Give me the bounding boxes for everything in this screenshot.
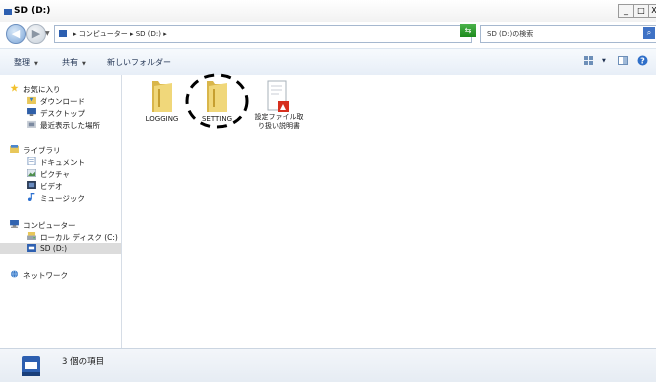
pictures-icon xyxy=(27,169,36,177)
search-placeholder: SD (D:)の検索 xyxy=(487,30,534,38)
address-row: ◀ ▶ ▼ ▸ コンピューター ▸ SD (D:) ▸ ▼ ⇆ SD (D:)の… xyxy=(0,22,656,48)
sidebar-item-label: デスクトップ xyxy=(40,109,85,118)
sidebar-item-label: ミュージック xyxy=(40,194,85,203)
help-glyph: ? xyxy=(640,56,645,65)
drive-icon xyxy=(59,30,67,37)
recent-pages-chevron-icon[interactable]: ▼ xyxy=(45,30,50,37)
sidebar-item-downloads[interactable]: ダウンロード xyxy=(0,95,121,106)
sidebar-item-label: お気に入り xyxy=(23,85,61,94)
view-options-icon[interactable] xyxy=(584,56,594,65)
desktop-icon xyxy=(27,108,36,116)
preview-pane-icon[interactable] xyxy=(618,56,628,65)
sidebar-item-favorites[interactable]: お気に入り xyxy=(0,83,121,94)
organize-menu[interactable]: 整理 ▼ xyxy=(14,57,38,68)
chevron-down-icon: ▼ xyxy=(34,61,38,67)
sd-drive-icon xyxy=(22,356,40,376)
sidebar-item-documents[interactable]: ドキュメント xyxy=(0,156,121,167)
search-icon[interactable]: ⌕ xyxy=(643,27,655,39)
sidebar-item-music[interactable]: ミュージック xyxy=(0,192,121,203)
sidebar-item-computer[interactable]: コンピューター xyxy=(0,219,121,230)
star-icon xyxy=(10,84,19,92)
back-button[interactable]: ◀ xyxy=(6,24,26,44)
status-bar: 3 個の項目 xyxy=(0,348,656,382)
sidebar-item-label: ビデオ xyxy=(40,182,63,191)
breadcrumb[interactable]: ▸ コンピューター ▸ SD (D:) ▸ xyxy=(73,29,167,39)
sidebar-item-recent-places[interactable]: 最近表示した場所 xyxy=(0,119,121,130)
help-icon[interactable]: ? xyxy=(637,55,648,66)
command-toolbar: 整理 ▼ 共有 ▼ 新しいフォルダー ▼ ? xyxy=(0,48,656,76)
sidebar-item-label: ピクチャ xyxy=(40,170,70,179)
sidebar-item-videos[interactable]: ビデオ xyxy=(0,180,121,191)
new-folder-button[interactable]: 新しいフォルダー xyxy=(107,57,171,68)
share-menu[interactable]: 共有 ▼ xyxy=(62,57,86,68)
maximize-button[interactable]: □ xyxy=(633,4,649,18)
file-name: 設定ファイル取り扱い説明書 xyxy=(254,113,304,130)
download-folder-icon xyxy=(27,96,36,104)
sidebar-item-label: ネットワーク xyxy=(23,271,68,280)
sidebar-item-sd-d[interactable]: SD (D:) xyxy=(0,243,121,254)
drive-icon xyxy=(4,9,12,15)
sidebar-item-desktop[interactable]: デスクトップ xyxy=(0,107,121,118)
forward-button[interactable]: ▶ xyxy=(26,24,46,44)
sidebar-item-label: ダウンロード xyxy=(40,97,85,106)
sd-card-icon xyxy=(27,244,36,252)
pdf-file-item[interactable]: 設定ファイル取り扱い説明書 xyxy=(254,75,304,149)
folder-icon xyxy=(152,81,172,112)
music-icon xyxy=(27,193,35,201)
title-bar: SD (D:) _ □ X xyxy=(0,0,656,22)
sidebar-item-label: ドキュメント xyxy=(40,158,85,167)
videos-icon xyxy=(27,181,36,189)
view-dropdown-icon[interactable]: ▼ xyxy=(602,58,606,64)
sidebar-item-label: コンピューター xyxy=(23,221,76,230)
recent-places-icon xyxy=(27,120,36,128)
refresh-button[interactable]: ⇆ xyxy=(460,24,476,37)
network-icon xyxy=(10,270,19,278)
sidebar-item-label: ライブラリ xyxy=(23,146,61,155)
library-icon xyxy=(10,145,19,153)
sidebar-item-pictures[interactable]: ピクチャ xyxy=(0,168,121,179)
navigation-pane: お気に入り ダウンロード デスクトップ 最近表示した場所 ライブラリ ドキュメン… xyxy=(0,75,122,348)
folder-name: SETTING xyxy=(201,115,233,123)
sidebar-item-local-disk-c[interactable]: ローカル ディスク (C:) xyxy=(0,231,121,242)
folder-icon xyxy=(207,81,227,112)
pdf-document-icon xyxy=(267,80,289,112)
folder-item-setting[interactable]: SETTING xyxy=(185,73,249,149)
sidebar-item-label: 最近表示した場所 xyxy=(40,121,100,130)
hard-drive-icon xyxy=(27,232,36,240)
sidebar-item-label: SD (D:) xyxy=(40,244,68,253)
sidebar-item-label: ローカル ディスク (C:) xyxy=(40,233,118,242)
item-count: 3 個の項目 xyxy=(62,357,105,367)
window-title: SD (D:) xyxy=(14,6,51,16)
folder-item[interactable]: LOGGING xyxy=(137,75,187,149)
search-input[interactable]: SD (D:)の検索 ⌕ xyxy=(480,25,656,43)
documents-icon xyxy=(27,157,36,165)
file-list[interactable]: LOGGING SETTING 設定ファイル取り扱い説明書 xyxy=(122,73,656,348)
organize-label: 整理 xyxy=(14,58,30,67)
address-bar[interactable]: ▸ コンピューター ▸ SD (D:) ▸ ▼ xyxy=(54,25,509,43)
minimize-button[interactable]: _ xyxy=(618,4,634,18)
sidebar-item-libraries[interactable]: ライブラリ xyxy=(0,144,121,155)
chevron-down-icon: ▼ xyxy=(82,61,86,67)
share-label: 共有 xyxy=(62,58,78,67)
close-button[interactable]: X xyxy=(648,4,656,18)
sidebar-item-network[interactable]: ネットワーク xyxy=(0,269,121,280)
folder-name: LOGGING xyxy=(145,115,179,123)
computer-icon xyxy=(10,220,19,228)
